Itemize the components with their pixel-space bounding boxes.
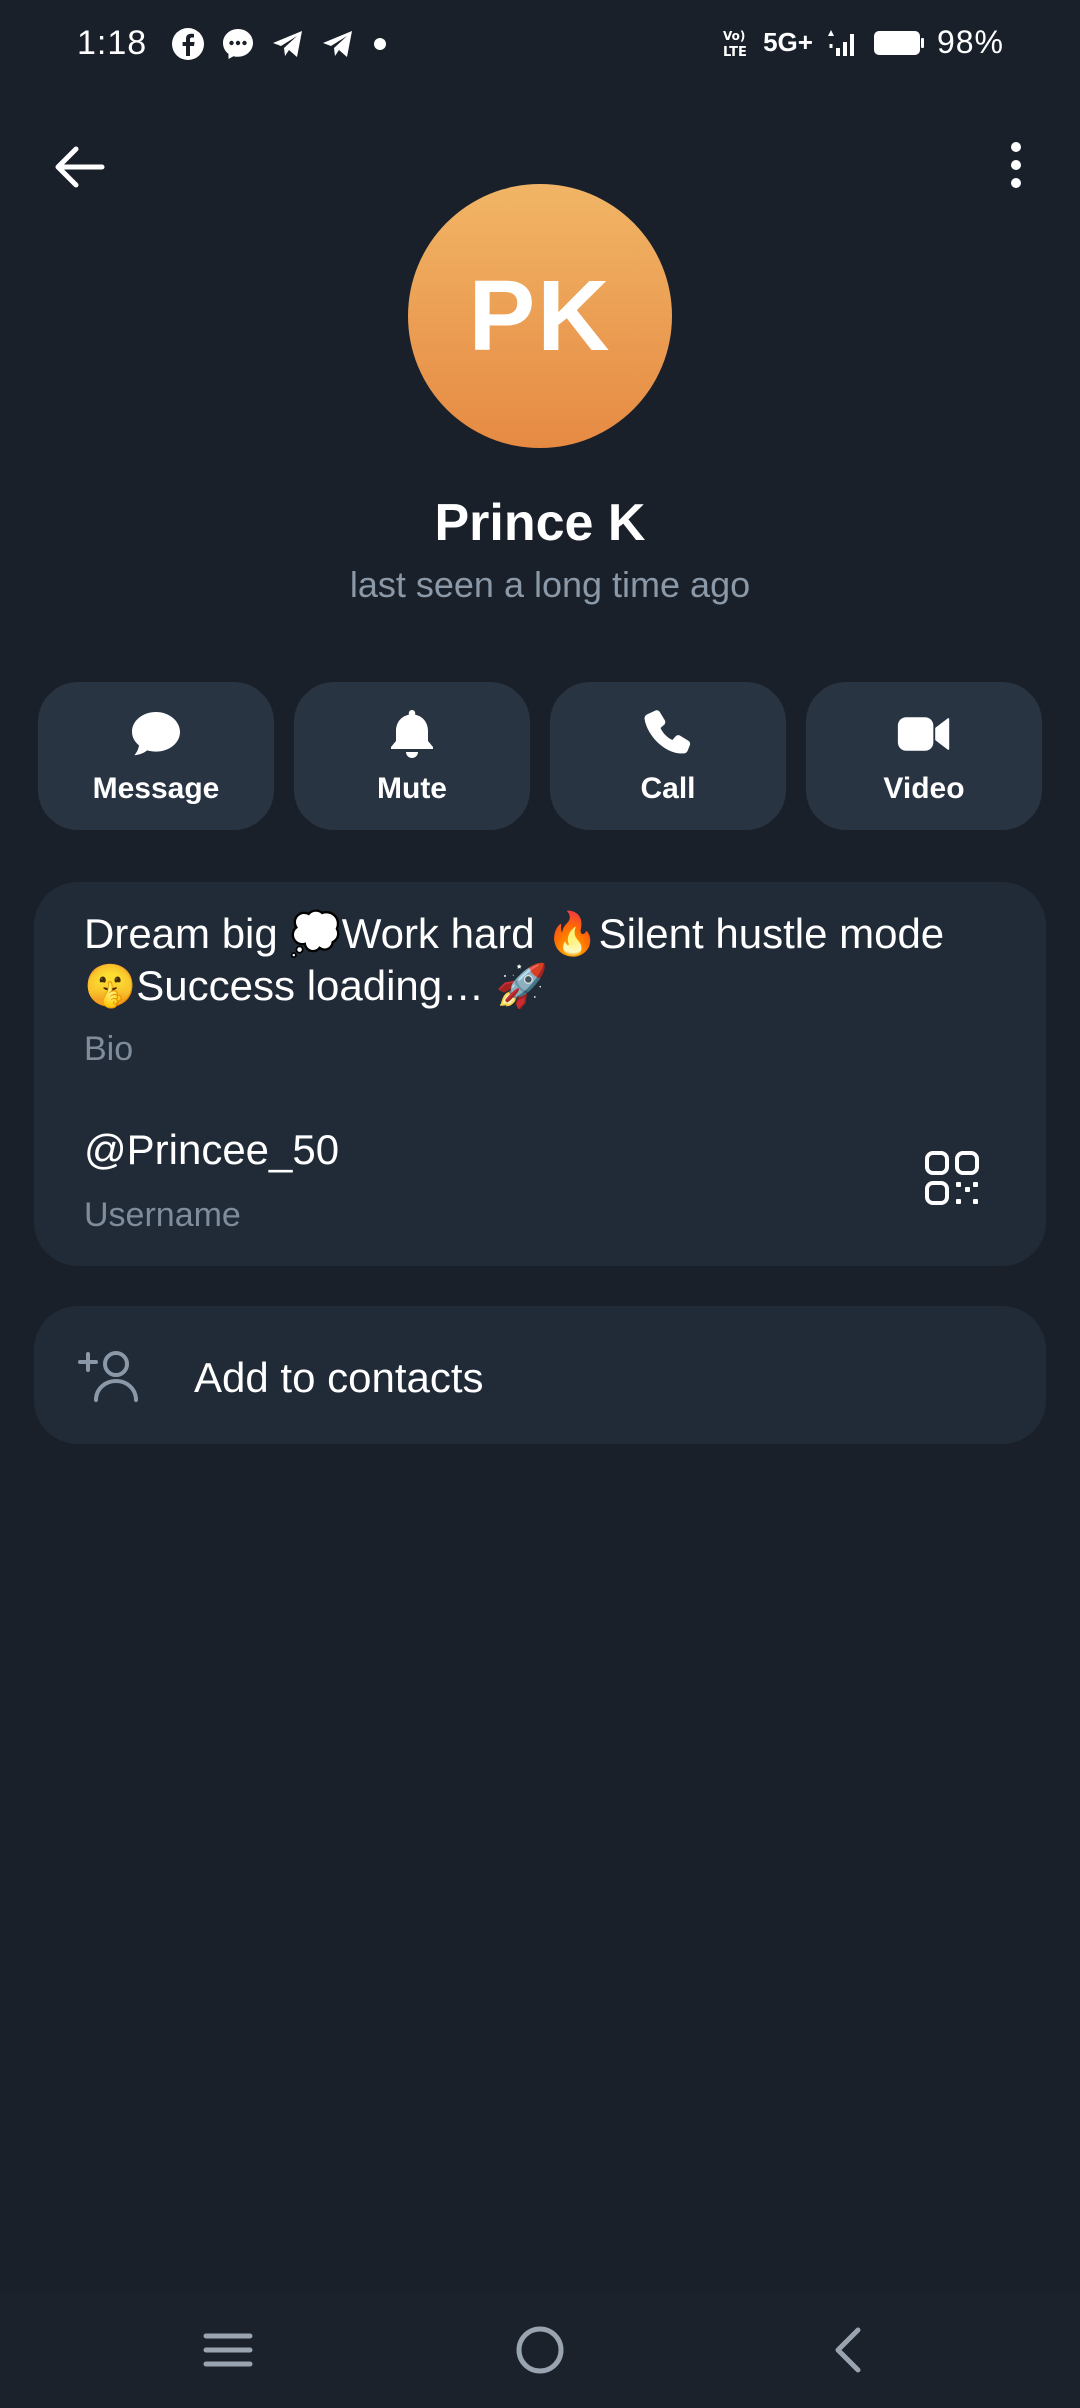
message-button[interactable]: Message <box>38 682 274 830</box>
battery-icon <box>873 30 924 55</box>
network-type: 5G+ <box>763 27 813 57</box>
last-seen-status: last seen a long time ago <box>349 564 751 605</box>
add-to-contacts-label: Add to contacts <box>194 1354 484 1401</box>
bell-icon <box>391 710 433 758</box>
nav-back-button[interactable] <box>818 2318 882 2382</box>
chat-bubble-icon <box>132 712 180 756</box>
volte-icon: Vo) LTE <box>723 29 747 60</box>
more-vertical-icon <box>1011 142 1021 188</box>
qr-code-icon <box>925 1151 979 1205</box>
svg-text:LTE: LTE <box>723 45 747 60</box>
home-button[interactable] <box>508 2318 572 2382</box>
home-circle-icon <box>516 2326 564 2374</box>
dot-icon <box>374 38 386 50</box>
system-nav-bar <box>0 2292 1080 2408</box>
telegram-icon <box>273 31 302 57</box>
mute-button[interactable]: Mute <box>294 682 530 830</box>
mute-label: Mute <box>377 772 447 805</box>
avatar[interactable]: PK <box>408 184 672 448</box>
notification-icons <box>170 26 390 62</box>
battery-percentage: 98% <box>936 24 1004 60</box>
more-options-button[interactable] <box>992 135 1040 199</box>
telegram-icon <box>323 31 352 57</box>
video-camera-icon <box>897 717 950 751</box>
status-bar: 1:18 Vo) LTE 5G+ 98% <box>0 0 1080 90</box>
arrow-left-icon <box>55 146 105 188</box>
qr-code-button[interactable] <box>924 1150 980 1206</box>
call-label: Call <box>640 772 696 805</box>
add-person-icon <box>78 1351 138 1402</box>
bio-text[interactable]: Dream big 💭Work hard 🔥Silent hustle mode… <box>84 908 1004 1012</box>
call-button[interactable]: Call <box>550 682 786 830</box>
messenger-icon <box>223 29 253 59</box>
username-label: Username <box>84 1196 241 1234</box>
facebook-icon <box>172 28 204 60</box>
bio-label: Bio <box>84 1030 134 1068</box>
status-time: 1:18 <box>77 24 148 62</box>
back-button[interactable] <box>48 135 112 199</box>
status-right: Vo) LTE 5G+ 98% <box>721 24 1004 61</box>
message-label: Message <box>92 772 220 805</box>
profile-name: Prince K <box>434 494 646 552</box>
profile-screen: 1:18 Vo) LTE 5G+ 98% PK Prince K last se… <box>0 0 1080 2408</box>
username-value[interactable]: @Princee_50 <box>84 1126 339 1174</box>
video-button[interactable]: Video <box>806 682 1042 830</box>
svg-text:Vo): Vo) <box>723 29 745 43</box>
action-buttons: Message Mute Call Video <box>38 682 1042 830</box>
avatar-initials: PK <box>468 259 612 372</box>
menu-icon <box>203 2333 253 2367</box>
chevron-left-icon <box>835 2327 861 2373</box>
video-label: Video <box>883 772 965 805</box>
signal-icon <box>827 29 854 56</box>
phone-icon <box>644 710 691 754</box>
add-to-contacts-button[interactable]: Add to contacts <box>34 1306 1046 1444</box>
recents-button[interactable] <box>196 2318 260 2382</box>
info-card: Dream big 💭Work hard 🔥Silent hustle mode… <box>34 882 1046 1266</box>
